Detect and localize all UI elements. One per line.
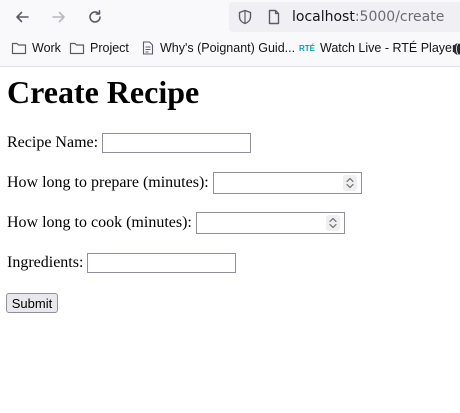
cook-time-label: How long to cook (minutes): <box>7 214 192 231</box>
prep-time-spinner[interactable] <box>343 175 357 191</box>
bookmark-work[interactable]: Work <box>11 41 61 55</box>
globe-icon[interactable] <box>452 42 460 56</box>
bookmark-label: Watch Live - RTÉ Player <box>320 41 457 55</box>
ingredients-input[interactable] <box>87 253 236 273</box>
bookmark-label: Work <box>32 41 61 55</box>
address-bar[interactable]: localhost:5000/create <box>229 2 460 32</box>
spinner-arrows-icon <box>346 177 354 189</box>
folder-icon <box>11 42 27 55</box>
submit-button[interactable]: Submit <box>6 293 58 313</box>
url-path: :5000/create <box>354 9 445 25</box>
bookmarks-bar: Work Project Why's (Poignant) Guid... RT… <box>0 37 460 63</box>
page-info-icon[interactable] <box>266 9 282 25</box>
url-text: localhost:5000/create <box>292 9 444 25</box>
url-host: localhost <box>292 9 355 25</box>
forward-arrow-icon <box>52 11 65 23</box>
prep-time-input[interactable] <box>213 172 362 194</box>
back-button[interactable] <box>9 5 35 29</box>
page-icon <box>142 41 154 55</box>
back-arrow-icon <box>16 11 29 23</box>
folder-icon <box>69 42 85 55</box>
ingredients-label: Ingredients: <box>7 254 84 271</box>
bookmark-project[interactable]: Project <box>69 41 129 55</box>
bookmark-whys-poignant-guide[interactable]: Why's (Poignant) Guid... <box>141 41 295 55</box>
recipe-name-label: Recipe Name: <box>7 134 99 151</box>
shield-icon[interactable] <box>237 9 253 25</box>
rte-icon: RTÉ <box>299 43 315 53</box>
prep-time-label: How long to prepare (minutes): <box>7 174 209 191</box>
cook-time-input[interactable] <box>196 212 345 234</box>
browser-toolbar: localhost:5000/create Work Project Why's… <box>0 0 460 67</box>
recipe-name-input[interactable] <box>102 133 251 153</box>
forward-button[interactable] <box>46 5 72 29</box>
reload-icon <box>89 10 101 23</box>
bookmark-label: Why's (Poignant) Guid... <box>160 41 296 55</box>
bookmark-rte-player[interactable]: RTÉ Watch Live - RTÉ Player <box>299 41 456 55</box>
page-title: Create Recipe <box>7 74 200 110</box>
spinner-arrows-icon <box>329 217 337 229</box>
bookmark-label: Project <box>90 41 129 55</box>
cook-time-spinner[interactable] <box>326 215 340 231</box>
reload-button[interactable] <box>82 5 108 29</box>
